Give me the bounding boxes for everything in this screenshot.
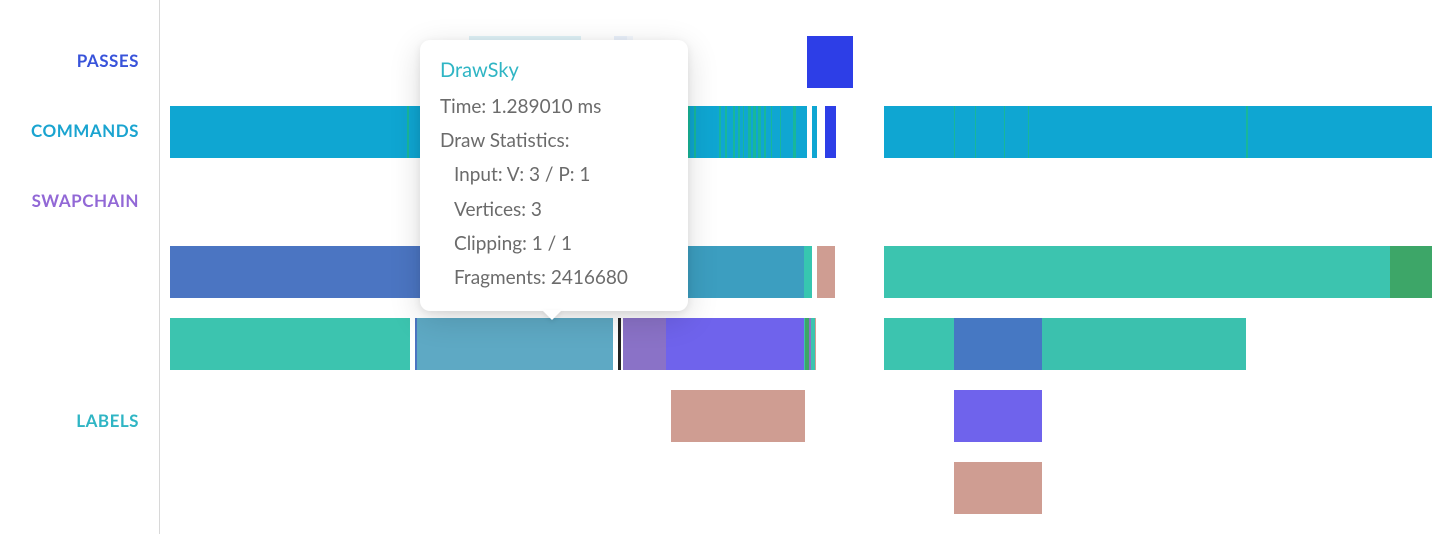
- segment-tooltip: DrawSky Time: 1.289010 ms Draw Statistic…: [420, 40, 688, 311]
- row-label-swapchain[interactable]: SWAPCHAIN: [32, 190, 139, 211]
- segment-commands-40[interactable]: [884, 106, 953, 158]
- timeline-container: PASSES COMMANDS SWAPCHAIN LABELS: [0, 0, 1432, 534]
- track-mid1: [170, 246, 1432, 298]
- row-label-passes[interactable]: PASSES: [77, 50, 139, 71]
- segment-mid2-2[interactable]: [417, 318, 613, 370]
- segment-labels1-0[interactable]: [671, 390, 805, 442]
- track-mid2: [170, 318, 1432, 370]
- track-labels1: [170, 390, 1432, 442]
- tooltip-time: Time: 1.289010 ms: [440, 90, 668, 124]
- segment-passes-3[interactable]: [807, 36, 852, 88]
- row-labels-column: PASSES COMMANDS SWAPCHAIN LABELS: [0, 0, 160, 534]
- segment-commands-44[interactable]: [976, 106, 1004, 158]
- segment-mid1-4[interactable]: [884, 246, 1390, 298]
- segment-commands-38[interactable]: [812, 106, 817, 158]
- segment-commands-50[interactable]: [1248, 106, 1432, 158]
- tooltip-arrow-icon: [542, 310, 562, 320]
- segment-commands-46[interactable]: [1005, 106, 1028, 158]
- tooltip-vertices: Vertices: 3: [440, 193, 668, 227]
- row-label-labels[interactable]: LABELS: [76, 410, 139, 431]
- segment-commands-48[interactable]: [1029, 106, 1246, 158]
- segment-commands-37[interactable]: [796, 106, 807, 158]
- segment-commands-39[interactable]: [825, 106, 836, 158]
- track-labels2: [170, 462, 1432, 514]
- segment-mid1-5[interactable]: [1390, 246, 1432, 298]
- segment-commands-42[interactable]: [955, 106, 975, 158]
- segment-mid2-12[interactable]: [954, 318, 1042, 370]
- segment-mid2-5[interactable]: [666, 318, 804, 370]
- tooltip-clipping: Clipping: 1 / 1: [440, 227, 668, 261]
- segment-mid2-10[interactable]: [815, 318, 816, 370]
- tooltip-fragments: Fragments: 2416680: [440, 261, 668, 295]
- tooltip-title: DrawSky: [440, 52, 668, 88]
- segment-mid2-3[interactable]: [618, 318, 621, 370]
- segment-mid1-2[interactable]: [804, 246, 813, 298]
- segment-mid2-11[interactable]: [884, 318, 953, 370]
- segment-commands-0[interactable]: [170, 106, 407, 158]
- tracks-area[interactable]: [160, 0, 1432, 534]
- segment-labels1-1[interactable]: [954, 390, 1042, 442]
- tooltip-input: Input: V: 3 / P: 1: [440, 158, 668, 192]
- segment-commands-33[interactable]: [772, 106, 780, 158]
- segment-mid2-0[interactable]: [170, 318, 410, 370]
- track-passes: [170, 36, 1432, 88]
- tooltip-stats-header: Draw Statistics:: [440, 124, 668, 158]
- segment-commands-13[interactable]: [696, 106, 719, 158]
- segment-mid1-3[interactable]: [817, 246, 835, 298]
- segment-mid2-13[interactable]: [1042, 318, 1246, 370]
- segment-labels2-0[interactable]: [954, 462, 1042, 514]
- segment-mid2-4[interactable]: [623, 318, 666, 370]
- segment-commands-35[interactable]: [781, 106, 794, 158]
- row-label-commands[interactable]: COMMANDS: [31, 120, 139, 141]
- track-commands: [170, 106, 1432, 158]
